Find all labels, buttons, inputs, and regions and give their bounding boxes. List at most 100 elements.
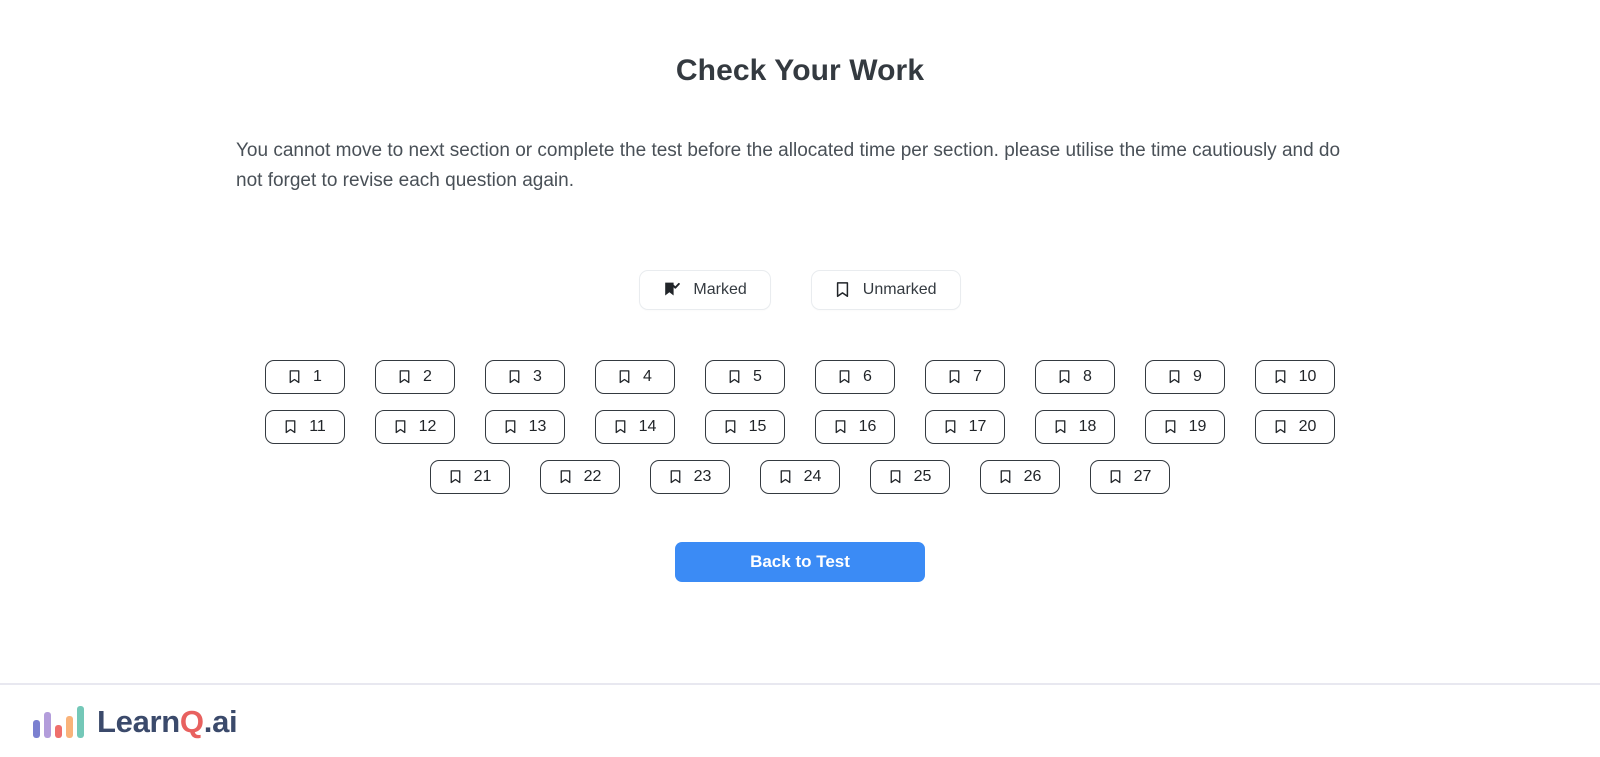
question-chip[interactable]: 2	[375, 360, 455, 394]
question-chip[interactable]: 12	[375, 410, 455, 444]
question-number: 12	[418, 418, 437, 435]
logo-bar-4	[66, 716, 73, 738]
question-number: 8	[1083, 368, 1092, 385]
filter-marked-label: Marked	[693, 281, 747, 298]
bookmark-outline-icon	[614, 419, 627, 435]
question-number: 5	[753, 368, 762, 385]
bookmark-outline-icon	[834, 419, 847, 435]
bookmark-outline-icon	[669, 469, 682, 485]
question-chip[interactable]: 9	[1145, 360, 1225, 394]
bookmark-outline-icon	[1054, 419, 1067, 435]
learnq-logo[interactable]: LearnQ.ai	[33, 703, 238, 739]
bookmark-outline-icon	[1274, 369, 1287, 385]
logo-text-q: Q	[179, 703, 204, 739]
bookmark-outline-icon	[449, 469, 462, 485]
question-number: 16	[858, 418, 877, 435]
bookmark-outline-icon	[1058, 369, 1071, 385]
question-chip[interactable]: 1	[265, 360, 345, 394]
question-chip[interactable]: 8	[1035, 360, 1115, 394]
logo-bar-2	[44, 712, 51, 738]
question-number: 13	[528, 418, 547, 435]
bookmark-outline-icon	[394, 419, 407, 435]
bookmark-outline-icon	[504, 419, 517, 435]
bookmark-outline-icon	[398, 369, 411, 385]
question-chip[interactable]: 20	[1255, 410, 1335, 444]
bookmark-outline-icon	[838, 369, 851, 385]
question-chip[interactable]: 13	[485, 410, 565, 444]
bookmark-outline-icon	[559, 469, 572, 485]
question-chip[interactable]: 16	[815, 410, 895, 444]
bookmark-outline-icon	[835, 281, 850, 299]
logo-wordmark: LearnQ.ai	[97, 703, 238, 739]
question-chip[interactable]: 21	[430, 460, 510, 494]
question-chip[interactable]: 15	[705, 410, 785, 444]
page-title: Check Your Work	[675, 54, 925, 87]
question-chip[interactable]: 19	[1145, 410, 1225, 444]
question-number: 1	[313, 368, 322, 385]
question-row-2: 11 12 13 14 15 16 17 18 19 20	[245, 410, 1355, 444]
question-chip[interactable]: 3	[485, 360, 565, 394]
question-number: 21	[473, 468, 492, 485]
bookmark-check-filled-icon	[663, 281, 681, 299]
bookmark-outline-icon	[618, 369, 631, 385]
logo-bars-icon	[33, 704, 84, 738]
question-chip[interactable]: 11	[265, 410, 345, 444]
question-number: 9	[1193, 368, 1202, 385]
question-chip[interactable]: 27	[1090, 460, 1170, 494]
bookmark-outline-icon	[728, 369, 741, 385]
bookmark-outline-icon	[1109, 469, 1122, 485]
question-chip[interactable]: 5	[705, 360, 785, 394]
question-chip[interactable]: 22	[540, 460, 620, 494]
filter-unmarked-button[interactable]: Unmarked	[810, 270, 961, 310]
question-chip[interactable]: 4	[595, 360, 675, 394]
logo-bar-5	[77, 706, 84, 738]
question-number: 6	[863, 368, 872, 385]
back-to-test-wrapper: Back to Test	[675, 542, 925, 582]
bookmark-outline-icon	[508, 369, 521, 385]
bookmark-outline-icon	[779, 469, 792, 485]
question-number: 27	[1133, 468, 1152, 485]
question-row-3: 21 22 23 24 25 26 27	[245, 460, 1355, 494]
question-number: 22	[583, 468, 602, 485]
question-number: 23	[693, 468, 712, 485]
question-chip[interactable]: 17	[925, 410, 1005, 444]
bookmark-outline-icon	[1164, 419, 1177, 435]
question-chip[interactable]: 26	[980, 460, 1060, 494]
page-description: You cannot move to next section or compl…	[236, 140, 1341, 191]
question-chip[interactable]: 7	[925, 360, 1005, 394]
bookmark-outline-icon	[948, 369, 961, 385]
question-number: 4	[643, 368, 652, 385]
bookmark-outline-icon	[1168, 369, 1181, 385]
filter-marked-button[interactable]: Marked	[639, 270, 771, 310]
question-chip[interactable]: 25	[870, 460, 950, 494]
question-number: 15	[748, 418, 767, 435]
bookmark-outline-icon	[288, 369, 301, 385]
logo-bar-3	[55, 725, 62, 738]
filter-unmarked-label: Unmarked	[862, 281, 937, 298]
logo-text-ai: .ai	[203, 703, 238, 739]
question-number: 14	[638, 418, 657, 435]
question-chip[interactable]: 23	[650, 460, 730, 494]
question-chip[interactable]: 6	[815, 360, 895, 394]
back-to-test-button[interactable]: Back to Test	[675, 542, 925, 582]
logo-text-learn: Learn	[97, 703, 180, 739]
question-chip[interactable]: 18	[1035, 410, 1115, 444]
question-number: 24	[803, 468, 822, 485]
bookmark-outline-icon	[944, 419, 957, 435]
question-number: 3	[533, 368, 542, 385]
bookmark-outline-icon	[889, 469, 902, 485]
question-number: 10	[1298, 368, 1317, 385]
bookmark-outline-icon	[724, 419, 737, 435]
question-number: 11	[309, 418, 326, 435]
question-number: 19	[1188, 418, 1207, 435]
question-chip[interactable]: 14	[595, 410, 675, 444]
question-chip[interactable]: 10	[1255, 360, 1335, 394]
question-number: 2	[423, 368, 432, 385]
question-grid: 1 2 3 4 5 6 7 8 9 10 11 12 13 14 15 16 1…	[245, 360, 1355, 494]
filter-legend-row: Marked Unmarked	[639, 270, 961, 310]
question-number: 26	[1023, 468, 1042, 485]
bookmark-outline-icon	[999, 469, 1012, 485]
question-chip[interactable]: 24	[760, 460, 840, 494]
question-row-1: 1 2 3 4 5 6 7 8 9 10	[245, 360, 1355, 394]
bookmark-outline-icon	[284, 419, 297, 435]
